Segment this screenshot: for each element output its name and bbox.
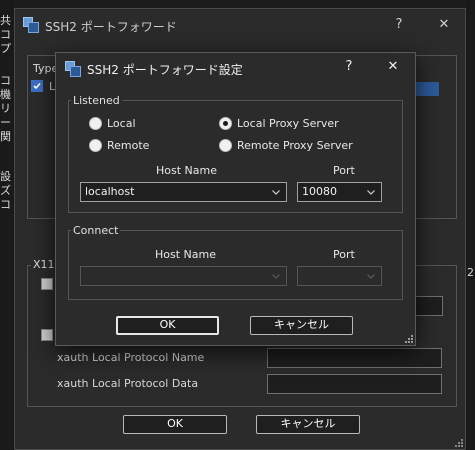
x11-group-label: X11 — [31, 258, 57, 271]
radio-button[interactable] — [219, 117, 232, 130]
radio-button[interactable] — [89, 117, 102, 130]
listened-host-name-value: localhost — [85, 185, 135, 198]
list-item-checkbox[interactable] — [31, 80, 43, 92]
radio-local-proxy-server-label: Local Proxy Server — [237, 117, 339, 130]
port-forward-settings-dialog: SSH2 ポートフォワード設定 ? ✕ Listened Local Local… — [55, 52, 416, 346]
connect-group-label: Connect — [71, 224, 121, 237]
settings-dialog-title: SSH2 ポートフォワード設定 — [87, 63, 243, 77]
radio-button[interactable] — [89, 139, 102, 152]
port-label: Port — [333, 164, 355, 177]
help-icon[interactable]: ? — [339, 57, 359, 77]
chevron-down-icon — [271, 271, 281, 281]
connect-host-name-label: Host Name — [155, 248, 216, 261]
ssh-app-icon — [65, 61, 81, 77]
xauth-protocol-name-label: xauth Local Protocol Name — [57, 351, 205, 364]
connect-port-label: Port — [333, 248, 355, 261]
connect-port-combo[interactable] — [297, 266, 382, 286]
connect-host-name-combo[interactable] — [80, 266, 287, 286]
chevron-down-icon[interactable] — [271, 187, 281, 197]
background-text: 2 — [467, 266, 474, 279]
background-window-right-edge — [466, 0, 475, 450]
close-icon[interactable]: ✕ — [383, 57, 403, 77]
ssh-app-icon — [23, 17, 39, 33]
radio-remote-proxy-server-label: Remote Proxy Server — [237, 139, 353, 152]
xauth-protocol-data-label: xauth Local Protocol Data — [57, 377, 199, 390]
x11-auth-checkbox[interactable] — [41, 329, 53, 341]
xauth-protocol-name-input[interactable] — [267, 348, 442, 368]
outer-title-bar: SSH2 ポートフォワード ? ✕ — [15, 9, 467, 41]
host-name-label: Host Name — [156, 164, 217, 177]
listened-port-combo[interactable]: 10080 — [297, 182, 382, 202]
resize-grip-icon[interactable] — [454, 438, 464, 448]
help-icon[interactable]: ? — [389, 15, 409, 35]
listened-port-value: 10080 — [302, 185, 337, 198]
radio-local-label: Local — [107, 117, 136, 130]
chevron-down-icon[interactable] — [366, 187, 376, 197]
outer-cancel-button[interactable]: キャンセル — [256, 415, 360, 434]
radio-remote-label: Remote — [107, 139, 150, 152]
xauth-protocol-data-input[interactable] — [267, 374, 442, 394]
close-icon[interactable]: ✕ — [434, 15, 454, 35]
settings-ok-button[interactable]: OK — [116, 316, 219, 335]
connect-group — [68, 230, 403, 300]
outer-ok-button[interactable]: OK — [123, 415, 227, 434]
radio-button[interactable] — [219, 139, 232, 152]
outer-dialog-title: SSH2 ポートフォワード — [45, 20, 177, 34]
settings-cancel-button[interactable]: キャンセル — [250, 316, 353, 335]
listened-group-label: Listened — [71, 94, 122, 107]
check-icon — [33, 82, 41, 90]
chevron-down-icon — [366, 271, 376, 281]
listened-host-name-combo[interactable]: localhost — [80, 182, 287, 202]
resize-grip-icon[interactable] — [404, 334, 414, 344]
x11-forward-checkbox[interactable] — [41, 278, 53, 290]
background-window-left-edge — [0, 0, 14, 450]
